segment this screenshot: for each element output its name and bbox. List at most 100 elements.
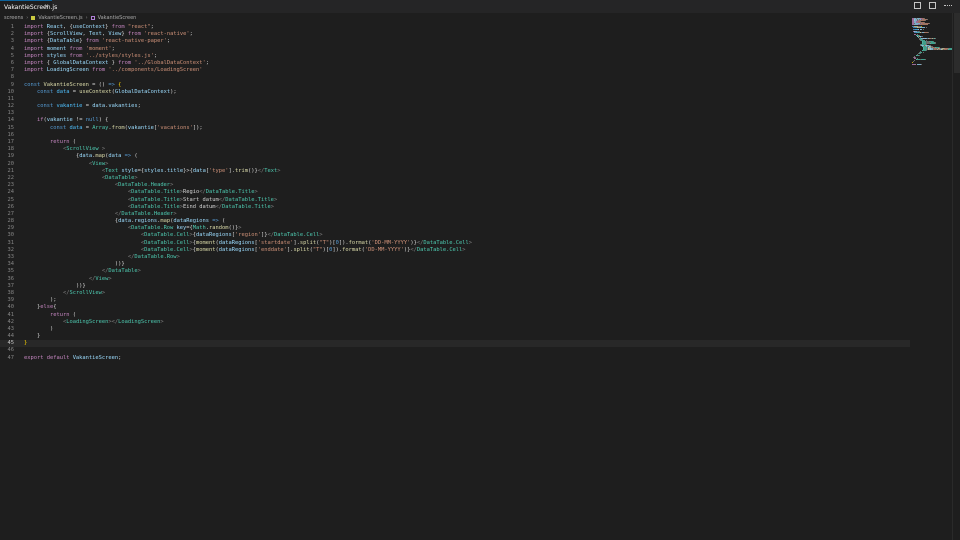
vertical-scrollbar[interactable] bbox=[952, 13, 960, 540]
code-text[interactable]: import { GlobalDataContext } from '../Gl… bbox=[24, 60, 209, 67]
code-line[interactable]: 40 }else{ bbox=[0, 304, 910, 311]
code-text[interactable]: if(vakantie != null) { bbox=[24, 117, 108, 124]
code-line[interactable]: 8 bbox=[0, 74, 910, 81]
code-text[interactable]: const data = useContext(GlobalDataContex… bbox=[24, 89, 177, 96]
code-line[interactable]: 43 ) bbox=[0, 326, 910, 333]
breadcrumb-symbol[interactable]: VakantieScreen bbox=[98, 15, 137, 21]
code-text[interactable]: <DataTable.Cell>{moment(dataRegions['sta… bbox=[24, 240, 472, 247]
code-line[interactable]: 38 </ScrollView> bbox=[0, 290, 910, 297]
code-line[interactable]: 21 <Text style={styles.title}>{data['typ… bbox=[0, 168, 910, 175]
code-text[interactable]: return ( bbox=[24, 312, 76, 319]
code-text[interactable]: const VakantieScreen = () => { bbox=[24, 82, 121, 89]
code-line[interactable]: 19 {data.map(data => ( bbox=[0, 153, 910, 160]
code-text[interactable]: ))} bbox=[24, 283, 86, 290]
code-line[interactable]: 15 const data = Array.from(vakantie['vac… bbox=[0, 125, 910, 132]
code-text[interactable]: <DataTable.Title>Start datum</DataTable.… bbox=[24, 197, 277, 204]
code-text[interactable]: ) bbox=[24, 326, 53, 333]
code-text[interactable]: {data.regions.map(dataRegions => ( bbox=[24, 218, 225, 225]
code-text[interactable]: <DataTable> bbox=[24, 175, 138, 182]
code-text[interactable]: <DataTable.Cell>{dataRegions['region']}<… bbox=[24, 232, 323, 239]
code-text[interactable]: <DataTable.Cell>{moment(dataRegions['end… bbox=[24, 247, 466, 254]
code-text[interactable]: const data = Array.from(vakantie['vacati… bbox=[24, 125, 203, 132]
scrollbar-thumb[interactable] bbox=[954, 13, 960, 73]
code-line[interactable]: 5 import styles from '../styles/styles.js… bbox=[0, 53, 910, 60]
code-text[interactable]: </DataTable> bbox=[24, 268, 141, 275]
code-text[interactable]: <DataTable.Header> bbox=[24, 182, 173, 189]
code-text[interactable]: </View> bbox=[24, 276, 112, 283]
breadcrumb-folder[interactable]: screens bbox=[4, 15, 23, 21]
code-line[interactable]: 41 return ( bbox=[0, 312, 910, 319]
code-line[interactable]: 11 bbox=[0, 96, 910, 103]
code-text[interactable]: }else{ bbox=[24, 304, 57, 311]
code-text[interactable]: import moment from 'moment'; bbox=[24, 46, 115, 53]
code-text[interactable]: <Text style={styles.title}>{data['type']… bbox=[24, 168, 281, 175]
code-line[interactable]: 33 </DataTable.Row> bbox=[0, 254, 910, 261]
code-text[interactable]: </ScrollView> bbox=[24, 290, 105, 297]
code-text[interactable]: {data.map(data => ( bbox=[24, 153, 138, 160]
code-line[interactable]: 7 import LoadingScreen from '../component… bbox=[0, 67, 910, 74]
code-line[interactable]: 29 <DataTable.Row key={Math.random()}> bbox=[0, 225, 910, 232]
more-actions-icon[interactable] bbox=[944, 2, 952, 9]
code-line[interactable]: 35 </DataTable> bbox=[0, 268, 910, 275]
code-text[interactable]: <DataTable.Title>Regio</DataTable.Title> bbox=[24, 189, 258, 196]
code-line[interactable]: 22 <DataTable> bbox=[0, 175, 910, 182]
code-text[interactable]: <LoadingScreen></LoadingScreen> bbox=[24, 319, 164, 326]
code-line[interactable]: 2 import {ScrollView, Text, View} from 'r… bbox=[0, 31, 910, 38]
code-text[interactable]: <ScrollView > bbox=[24, 146, 105, 153]
code-line[interactable]: 1 import React, {useContext} from "react"… bbox=[0, 24, 910, 31]
code-text[interactable]: import LoadingScreen from '../components… bbox=[24, 67, 203, 74]
code-line[interactable]: 12 const vakantie = data.vakanties; bbox=[0, 103, 910, 110]
code-line[interactable]: 28 {data.regions.map(dataRegions => ( bbox=[0, 218, 910, 225]
close-icon[interactable]: × bbox=[44, 3, 49, 11]
code-line[interactable]: 42 <LoadingScreen></LoadingScreen> bbox=[0, 319, 910, 326]
code-text[interactable]: export default VakantieScreen; bbox=[24, 355, 121, 362]
code-line[interactable]: 20 <View> bbox=[0, 161, 910, 168]
open-changes-icon[interactable] bbox=[914, 2, 921, 9]
code-line[interactable]: 34 ))} bbox=[0, 261, 910, 268]
code-text[interactable]: import {DataTable} from 'react-native-pa… bbox=[24, 38, 170, 45]
code-line[interactable]: 31 <DataTable.Cell>{moment(dataRegions['… bbox=[0, 240, 910, 247]
code-line[interactable]: 16 bbox=[0, 132, 910, 139]
code-line[interactable]: 36 </View> bbox=[0, 276, 910, 283]
code-text[interactable]: </DataTable.Row> bbox=[24, 254, 180, 261]
minimap[interactable] bbox=[912, 18, 954, 68]
code-text[interactable]: const vakantie = data.vakanties; bbox=[24, 103, 141, 110]
code-text[interactable]: <DataTable.Row key={Math.random()}> bbox=[24, 225, 242, 232]
code-line[interactable]: 46 bbox=[0, 347, 910, 354]
code-text[interactable]: } bbox=[24, 340, 27, 347]
code-text[interactable]: import {ScrollView, Text, View} from 're… bbox=[24, 31, 193, 38]
code-line[interactable]: 6 import { GlobalDataContext } from '../G… bbox=[0, 60, 910, 67]
code-line[interactable]: 39 ); bbox=[0, 297, 910, 304]
code-line[interactable]: 37 ))} bbox=[0, 283, 910, 290]
code-line[interactable]: 9 const VakantieScreen = () => { bbox=[0, 82, 910, 89]
code-line[interactable]: 47 export default VakantieScreen; bbox=[0, 355, 910, 362]
code-line[interactable]: 18 <ScrollView > bbox=[0, 146, 910, 153]
code-text[interactable]: ))} bbox=[24, 261, 125, 268]
code-line[interactable]: 17 return ( bbox=[0, 139, 910, 146]
code-text[interactable]: return ( bbox=[24, 139, 76, 146]
code-line[interactable]: 26 <DataTable.Title>Eind datum</DataTabl… bbox=[0, 204, 910, 211]
code-line[interactable]: 4 import moment from 'moment'; bbox=[0, 46, 910, 53]
code-line[interactable]: 30 <DataTable.Cell>{dataRegions['region'… bbox=[0, 232, 910, 239]
code-line[interactable]: 23 <DataTable.Header> bbox=[0, 182, 910, 189]
tab-vakantiescreen[interactable]: VakantieScreen.js × bbox=[0, 0, 57, 13]
code-line[interactable]: 10 const data = useContext(GlobalDataCon… bbox=[0, 89, 910, 96]
code-text[interactable]: } bbox=[24, 333, 40, 340]
code-line[interactable]: 44 } bbox=[0, 333, 910, 340]
code-line[interactable]: 32 <DataTable.Cell>{moment(dataRegions['… bbox=[0, 247, 910, 254]
code-line[interactable]: 27 </DataTable.Header> bbox=[0, 211, 910, 218]
code-text[interactable]: ); bbox=[24, 297, 57, 304]
code-line[interactable]: 45} bbox=[0, 340, 910, 348]
code-line[interactable]: 24 <DataTable.Title>Regio</DataTable.Tit… bbox=[0, 189, 910, 196]
code-text[interactable]: <View> bbox=[24, 161, 108, 168]
split-editor-icon[interactable] bbox=[929, 2, 936, 9]
code-text[interactable]: import styles from '../styles/styles.js'… bbox=[24, 53, 157, 60]
code-line[interactable]: 3 import {DataTable} from 'react-native-p… bbox=[0, 38, 910, 45]
breadcrumb-file[interactable]: VakantieScreen.js bbox=[38, 15, 82, 21]
code-lines[interactable]: 1 import React, {useContext} from "react"… bbox=[0, 24, 910, 362]
code-line[interactable]: 13 bbox=[0, 110, 910, 117]
code-line[interactable]: 25 <DataTable.Title>Start datum</DataTab… bbox=[0, 197, 910, 204]
code-text[interactable]: import React, {useContext} from "react"; bbox=[24, 24, 154, 31]
code-text[interactable]: <DataTable.Title>Eind datum</DataTable.T… bbox=[24, 204, 274, 211]
code-editor[interactable]: 1 import React, {useContext} from "react"… bbox=[0, 24, 960, 540]
